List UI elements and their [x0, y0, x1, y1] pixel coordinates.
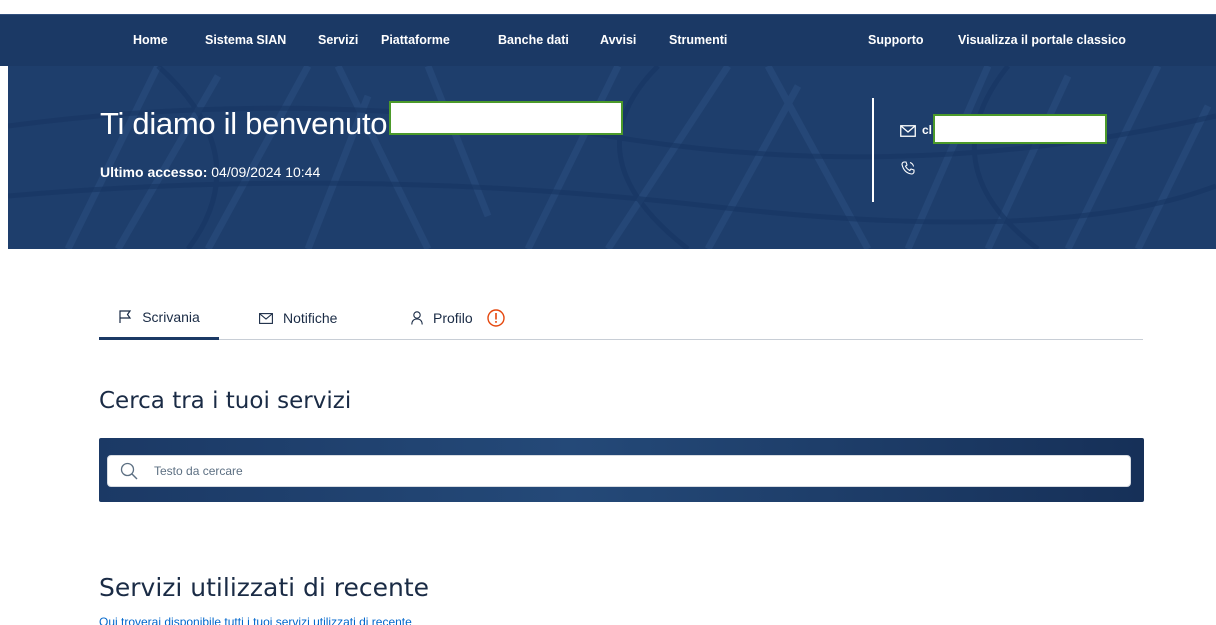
nav-item-strumenti[interactable]: Strumenti — [669, 33, 727, 47]
search-input[interactable] — [154, 457, 1114, 485]
last-access-value: 04/09/2024 10:44 — [211, 164, 321, 180]
envelope-icon — [900, 124, 916, 142]
user-icon — [411, 311, 423, 325]
phone-icon — [901, 161, 915, 180]
tab-profilo[interactable]: Profilo — [411, 296, 505, 340]
welcome-title: Ti diamo il benvenuto C — [100, 106, 424, 142]
recent-services-description: Qui troverai disponibile tutti i tuoi se… — [99, 615, 412, 625]
tab-scrivania-label: Scrivania — [142, 308, 200, 325]
last-access: Ultimo accesso: 04/09/2024 10:44 — [100, 164, 320, 180]
search-section-title: Cerca tra i tuoi servizi — [99, 388, 352, 414]
dashboard-tabs: Scrivania Notifiche Profilo — [99, 296, 1143, 340]
tab-profilo-label: Profilo — [433, 310, 473, 326]
flag-icon — [118, 309, 132, 324]
envelope-icon — [259, 312, 273, 324]
tab-scrivania[interactable]: Scrivania — [99, 296, 219, 340]
tab-notifiche[interactable]: Notifiche — [259, 296, 337, 340]
tab-notifiche-label: Notifiche — [283, 310, 338, 326]
nav-item-portale-classico[interactable]: Visualizza il portale classico — [958, 33, 1126, 47]
alert-icon — [486, 309, 505, 327]
recent-services-title: Servizi utilizzati di recente — [99, 573, 430, 602]
top-navigation: Home Sistema SIAN Servizi Piattaforme Ba… — [0, 14, 1216, 66]
nav-item-servizi[interactable]: Servizi — [318, 33, 358, 47]
nav-item-piattaforme[interactable]: Piattaforme — [381, 33, 450, 47]
hero-background-texture — [8, 66, 1216, 249]
welcome-hero: Ti diamo il benvenuto C Ultimo accesso: … — [8, 66, 1216, 249]
welcome-text: Ti diamo il benvenuto — [100, 106, 388, 141]
nav-item-sistema-sian[interactable]: Sistema SIAN — [205, 33, 286, 47]
redacted-email — [933, 114, 1107, 144]
hero-divider — [872, 98, 874, 202]
last-access-label: Ultimo accesso: — [100, 164, 208, 180]
search-box — [107, 455, 1131, 487]
search-band — [99, 438, 1144, 502]
nav-item-home[interactable]: Home — [133, 33, 168, 47]
contact-email: cl — [922, 123, 933, 137]
nav-item-banche-dati[interactable]: Banche dati — [498, 33, 569, 47]
nav-item-supporto[interactable]: Supporto — [868, 33, 924, 47]
search-icon[interactable] — [120, 462, 138, 480]
nav-item-avvisi[interactable]: Avvisi — [600, 33, 636, 47]
redacted-user-name — [389, 101, 623, 135]
